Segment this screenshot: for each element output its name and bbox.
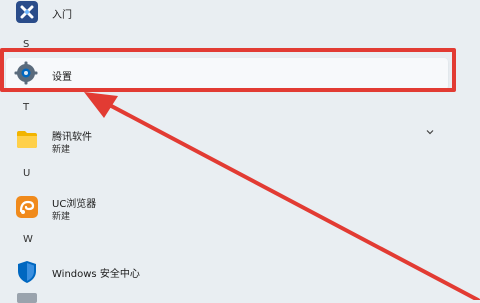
item-label: 腾讯软件 <box>52 132 92 143</box>
folder-icon <box>17 131 37 148</box>
item-label: UC浏览器 <box>52 199 97 210</box>
uc-browser-icon <box>16 196 38 218</box>
item-label: 入门 <box>52 10 72 21</box>
chevron-down-icon[interactable] <box>425 127 435 137</box>
section-letter-u[interactable]: U <box>23 168 30 179</box>
start-list-item-partial <box>0 291 480 303</box>
gear-icon <box>17 293 37 303</box>
section-letter-w[interactable]: W <box>23 234 33 245</box>
shield-icon <box>18 261 36 283</box>
start-list-item-rumen[interactable]: 入门 <box>0 0 480 26</box>
item-sublabel: 新建 <box>52 145 71 155</box>
item-label: Windows 安全中心 <box>52 269 140 280</box>
start-list-item-tencent[interactable]: 腾讯软件 新建 <box>0 123 480 157</box>
x-icon <box>16 1 38 23</box>
section-letter-t[interactable]: T <box>23 102 29 113</box>
start-list-item-windows-security[interactable]: Windows 安全中心 <box>0 258 480 286</box>
start-list-item-uc[interactable]: UC浏览器 新建 <box>0 190 480 224</box>
highlight-box <box>0 48 456 92</box>
item-sublabel: 新建 <box>52 212 71 222</box>
